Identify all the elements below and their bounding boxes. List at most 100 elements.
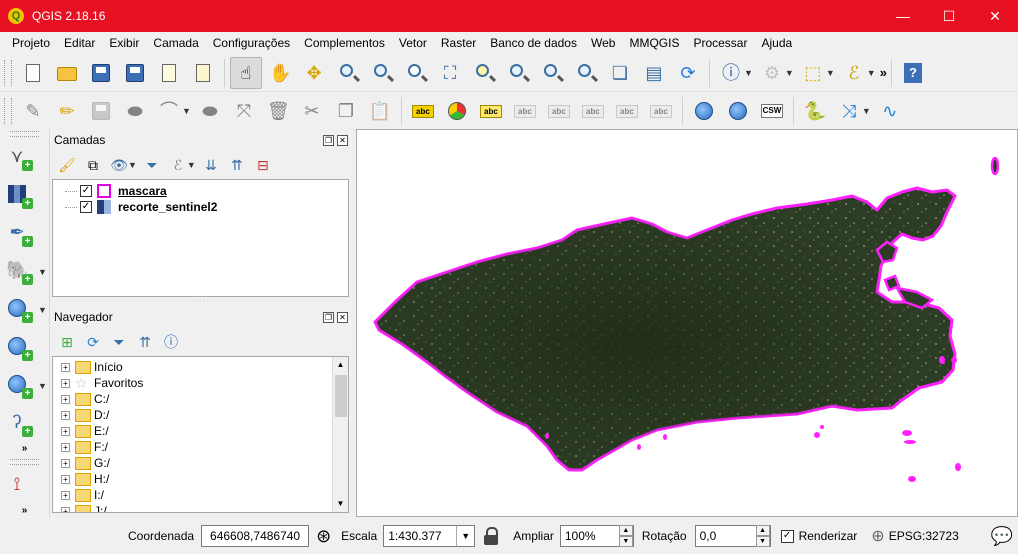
map-themes-dropdown-icon[interactable]: ▼ xyxy=(128,160,137,170)
rotation-spinbox[interactable]: 0,0 ▲ ▼ xyxy=(694,525,771,547)
add-selected-layers-button[interactable]: ⊞ xyxy=(54,330,80,354)
menu-projeto[interactable]: Projeto xyxy=(5,32,57,54)
postgis-dropdown-icon[interactable]: ▼ xyxy=(38,267,47,277)
new-bookmark-button[interactable]: ❏ xyxy=(604,57,636,89)
layer-row-mascara[interactable]: ✓ mascara xyxy=(53,183,348,199)
save-edits-button[interactable] xyxy=(85,95,117,127)
diagram-options-button[interactable] xyxy=(441,95,473,127)
expand-icon[interactable]: + xyxy=(61,410,70,420)
close-button[interactable]: ✕ xyxy=(972,0,1018,32)
coordinate-field[interactable]: 646608,7486740 xyxy=(201,525,310,547)
enable-properties-button[interactable]: ⓘ xyxy=(158,330,184,354)
add-wms-layer-button[interactable]: + ▼ xyxy=(0,291,50,329)
close-panel-icon[interactable]: ✕ xyxy=(337,134,348,146)
menu-exibir[interactable]: Exibir xyxy=(102,32,146,54)
toolbar-more-icon[interactable]: » xyxy=(0,443,49,457)
delete-selected-button[interactable]: 🗑 xyxy=(262,95,294,127)
menu-banco-de-dados[interactable]: Banco de dados xyxy=(483,32,584,54)
composer-manager-button[interactable] xyxy=(187,57,219,89)
zoom-to-layer-button[interactable] xyxy=(502,57,534,89)
panel-splitter[interactable]: · · · · · · · xyxy=(50,298,351,304)
metasearch-results-button[interactable] xyxy=(722,95,754,127)
filter-legend-button[interactable]: ⏷ xyxy=(139,153,165,177)
menu-camada[interactable]: Camada xyxy=(146,32,205,54)
render-checkbox[interactable]: ✓ xyxy=(780,529,794,543)
map-canvas[interactable] xyxy=(356,129,1018,517)
menu-ajuda[interactable]: Ajuda xyxy=(754,32,799,54)
wfs-dropdown-icon[interactable]: ▼ xyxy=(38,381,47,391)
help-button[interactable]: ? xyxy=(897,57,929,89)
toolbar-more-icon[interactable]: » xyxy=(0,505,49,519)
browser-item[interactable]: + J:/ xyxy=(53,503,348,512)
toolbar-grip[interactable] xyxy=(4,59,12,86)
identify-button[interactable]: ⓘ xyxy=(715,57,747,89)
open-project-button[interactable] xyxy=(51,57,83,89)
select-features-button[interactable]: ⬚ xyxy=(797,57,829,89)
metasearch-button[interactable] xyxy=(688,95,720,127)
expand-icon[interactable]: + xyxy=(61,362,70,372)
menu-complementos[interactable]: Complementos xyxy=(297,32,392,54)
refresh-browser-button[interactable]: ⟳ xyxy=(80,330,106,354)
new-print-composer-button[interactable] xyxy=(153,57,185,89)
browser-scrollbar[interactable]: ▲ ▼ xyxy=(332,357,348,512)
zoom-full-button[interactable]: ⛶ xyxy=(434,57,466,89)
show-bookmarks-button[interactable]: ▤ xyxy=(638,57,670,89)
add-postgis-layer-button[interactable]: 🐘 + ▼ xyxy=(0,253,50,291)
browser-item[interactable]: + E:/ xyxy=(53,423,348,439)
messages-icon[interactable]: 💬 xyxy=(991,526,1013,547)
maximize-button[interactable]: ☐ xyxy=(926,0,972,32)
crs-globe-icon[interactable]: ⊕ xyxy=(871,526,884,546)
browser-item[interactable]: + C:/ xyxy=(53,391,348,407)
new-layer-button[interactable]: ʔ + xyxy=(0,405,50,443)
move-feature-button[interactable]: ⬬ xyxy=(194,95,226,127)
menu-mmqgis[interactable]: MMQGIS xyxy=(622,32,686,54)
zoom-native-button[interactable] xyxy=(400,57,432,89)
toolbar-overflow-icon[interactable]: » xyxy=(880,65,887,80)
browser-item[interactable]: + Início xyxy=(53,359,348,375)
current-edits-button[interactable]: ✎ xyxy=(17,95,49,127)
zoom-to-selection-button[interactable] xyxy=(468,57,500,89)
expand-icon[interactable]: + xyxy=(61,394,70,404)
expand-icon[interactable]: + xyxy=(61,490,70,500)
browser-item[interactable]: + ☆ Favoritos xyxy=(53,375,348,391)
python-console-button[interactable]: 🐍 xyxy=(799,95,831,127)
expand-icon[interactable]: + xyxy=(61,458,70,468)
processing-toolbox-button[interactable]: ⤨ xyxy=(833,95,865,127)
field-calculator-button[interactable]: ℰ xyxy=(838,57,870,89)
chevron-down-icon[interactable]: ▼ xyxy=(456,526,474,546)
node-tool-button[interactable]: ⌒ xyxy=(153,95,185,127)
save-as-button[interactable] xyxy=(119,57,151,89)
pan-button[interactable]: ✋ xyxy=(264,57,296,89)
graphical-modeler-button[interactable]: ∿ xyxy=(874,95,906,127)
copy-features-button[interactable]: ❐ xyxy=(330,95,362,127)
select-by-expression-button[interactable]: ⚙ xyxy=(756,57,788,89)
scroll-up-icon[interactable]: ▲ xyxy=(333,357,348,373)
add-raster-layer-button[interactable]: + xyxy=(0,177,50,215)
browser-item[interactable]: + D:/ xyxy=(53,407,348,423)
spin-buttons[interactable]: ▲ ▼ xyxy=(618,525,633,547)
zoom-in-button[interactable] xyxy=(332,57,364,89)
magnifier-spinbox[interactable]: 100% ▲ ▼ xyxy=(559,525,634,547)
remove-layer-button[interactable]: ⊟ xyxy=(250,153,276,177)
georeferencer-button[interactable]: ⟟ xyxy=(0,467,50,505)
browser-item[interactable]: + G:/ xyxy=(53,455,348,471)
cut-features-button[interactable]: ✂ xyxy=(296,95,328,127)
toggle-editing-button[interactable]: ✏ xyxy=(51,95,83,127)
add-wfs-layer-button[interactable]: + ▼ xyxy=(0,367,50,405)
browser-item[interactable]: + H:/ xyxy=(53,471,348,487)
new-project-button[interactable] xyxy=(17,57,49,89)
spin-buttons[interactable]: ▲ ▼ xyxy=(755,525,770,547)
expand-icon[interactable]: + xyxy=(61,506,70,512)
float-panel-icon[interactable]: ❐ xyxy=(323,134,334,146)
toggle-extents-icon[interactable]: ⊛ xyxy=(316,526,331,547)
zoom-next-button[interactable] xyxy=(570,57,602,89)
pin-labels-button[interactable]: abc xyxy=(509,95,541,127)
scrollbar-thumb[interactable] xyxy=(335,375,347,417)
collapse-all-button[interactable]: ⇈ xyxy=(224,153,250,177)
layer-visibility-checkbox[interactable]: ✓ xyxy=(80,185,92,197)
toolbar-grip[interactable] xyxy=(10,459,39,465)
scroll-down-icon[interactable]: ▼ xyxy=(333,496,348,512)
add-group-button[interactable]: ⧉ xyxy=(80,153,106,177)
browser-item[interactable]: + I:/ xyxy=(53,487,348,503)
browser-item[interactable]: + F:/ xyxy=(53,439,348,455)
